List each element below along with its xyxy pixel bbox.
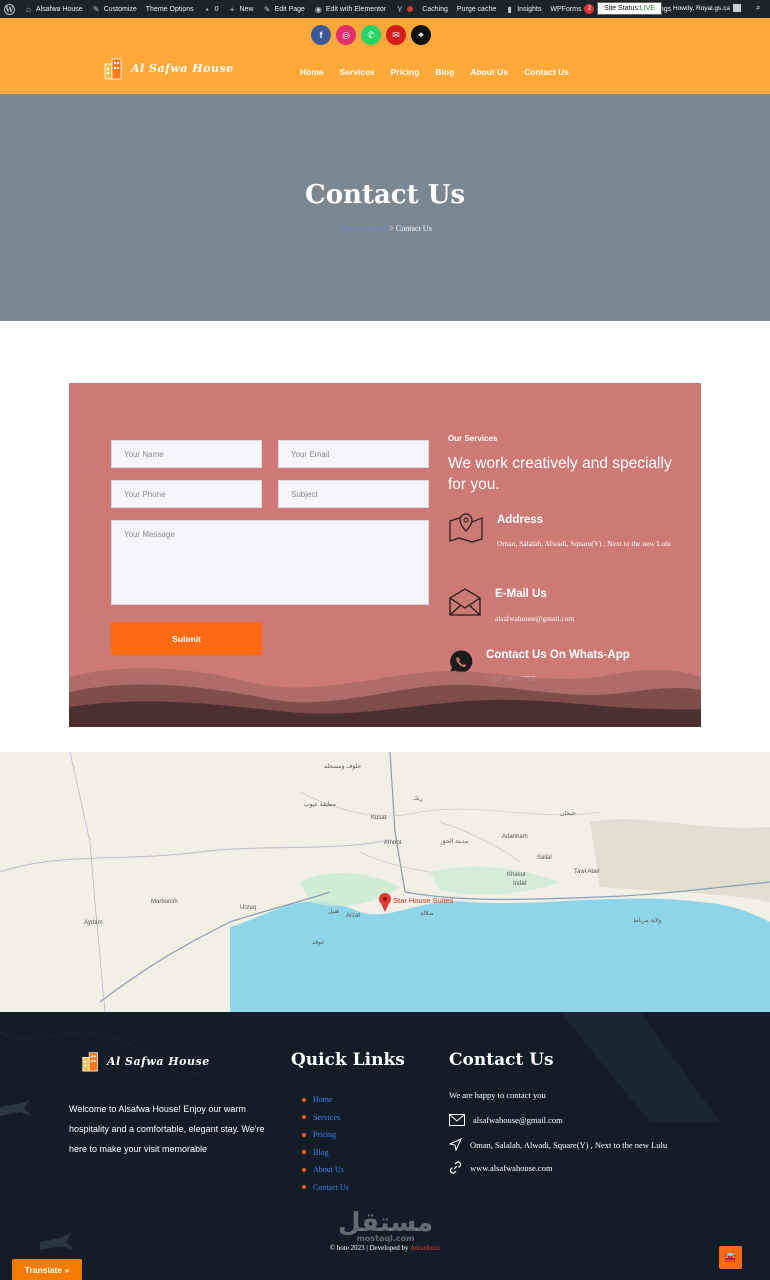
location-icon[interactable]: ⌖	[411, 25, 431, 45]
envelope-icon	[449, 1114, 465, 1126]
quick-links-list: Home Services Pricing Blog About Us Contact U…	[302, 1091, 349, 1196]
customize-link[interactable]: ✎ Customize	[92, 5, 137, 14]
car-icon: 🚘	[724, 1252, 737, 1263]
name-input[interactable]: Your Name	[111, 440, 262, 468]
site-header: f ◎ ✆ ✉ ⌖ Al Safwa House Home Services Pricing…	[0, 18, 770, 94]
theme-options-link[interactable]: Theme Options	[146, 6, 194, 13]
footer-address: Oman, Salalah, Alwadi, Square(Y) , Next …	[449, 1138, 667, 1151]
new-content-link[interactable]: + New	[228, 5, 254, 14]
navigation-arrow-icon	[449, 1138, 462, 1151]
edit-elementor-link[interactable]: ◉ Edit with Elementor	[314, 5, 386, 14]
wordpress-menu[interactable]: W	[4, 3, 15, 15]
services-label: Our Services	[448, 434, 498, 443]
footer-logo[interactable]: Al Safwa House	[80, 1049, 210, 1073]
quick-link-about-us[interactable]: About Us	[302, 1161, 349, 1179]
site-name-link[interactable]: ⌂ Alsafwa House	[24, 5, 83, 14]
caching-link[interactable]: Caching	[422, 6, 448, 13]
instagram-icon[interactable]: ◎	[336, 25, 356, 45]
phone-input[interactable]: Your Phone	[111, 480, 262, 508]
footer-website[interactable]: www.alsafwahouse.com	[449, 1161, 553, 1174]
page-hero: Contact Us Alsafwa House > Contact Us	[0, 94, 770, 321]
purge-cache-link[interactable]: Purge cache	[457, 6, 496, 13]
email-text: alsafwahouse@gmail.com	[495, 614, 575, 623]
social-icons: f ◎ ✆ ✉ ⌖	[311, 25, 431, 45]
quick-link-blog[interactable]: Blog	[302, 1144, 349, 1162]
bar-chart-icon: ▮	[507, 4, 512, 14]
map-canvas	[0, 752, 770, 1012]
nav-link-about-us[interactable]: About Us	[470, 67, 508, 77]
contact-section: Your Name Your Email Your Phone Subject …	[69, 383, 701, 727]
quick-links-title: Quick Links	[291, 1050, 405, 1070]
developer-link[interactable]: Amanbuzz	[410, 1244, 440, 1252]
yoast-menu[interactable]: Y	[395, 4, 414, 14]
nav-link-blog[interactable]: Blog	[435, 67, 454, 77]
message-textarea[interactable]: Your Message	[111, 520, 429, 605]
avatar	[732, 4, 741, 12]
building-logo-icon	[104, 58, 122, 80]
mail-icon[interactable]: ✉	[386, 25, 406, 45]
main-nav: Home Services Pricing Blog About Us Contact U…	[300, 67, 569, 77]
address-text: Oman, Salalah, Alwadi, Square(Y) , Next …	[497, 539, 671, 548]
nav-link-pricing[interactable]: Pricing	[391, 67, 420, 77]
seo-status-dot	[407, 6, 414, 12]
subject-input[interactable]: Subject	[278, 480, 429, 508]
footer-contact-intro: We are happy to contact you	[449, 1090, 546, 1100]
footer-contact-title: Contact Us	[449, 1050, 554, 1070]
address-title: Address	[497, 514, 544, 526]
edit-page-link[interactable]: ✎ Edit Page	[263, 5, 305, 14]
quick-link-home[interactable]: Home	[302, 1091, 349, 1109]
wpforms-count-badge: 2	[584, 4, 595, 14]
breadcrumb-home-link[interactable]: Alsafwa House	[338, 224, 387, 233]
breadcrumb: Alsafwa House > Contact Us	[338, 224, 432, 233]
footer-about-text: Welcome to Alsafwa House! Enjoy our warm…	[69, 1104, 265, 1154]
map-pin-icon	[449, 513, 483, 543]
nav-link-contact-us[interactable]: Contact Us	[524, 67, 569, 77]
elementor-icon: ◉	[314, 4, 322, 14]
wpforms-link[interactable]: WPForms 2	[550, 4, 595, 14]
email-title: E-Mail Us	[495, 588, 547, 600]
watermark: مستقل mostaql.com	[338, 1208, 434, 1243]
envelope-icon	[449, 588, 481, 616]
quick-link-pricing[interactable]: Pricing	[302, 1126, 349, 1144]
booking-float-button[interactable]: 🚘	[719, 1246, 742, 1269]
submit-button[interactable]: Submit	[111, 622, 262, 655]
yoast-icon: Y	[397, 4, 403, 14]
comments-link[interactable]: ▪ 0	[203, 5, 219, 14]
brush-icon: ✎	[92, 4, 100, 14]
translate-button[interactable]: Translate »	[12, 1259, 82, 1280]
email-input[interactable]: Your Email	[278, 440, 429, 468]
airplane-icon	[0, 1100, 32, 1116]
pencil-icon: ✎	[263, 4, 271, 14]
logo-text: Al Safwa House	[131, 61, 234, 75]
site-footer: Al Safwa House Welcome to Alsafwa House!…	[0, 1012, 770, 1280]
site-status-badge[interactable]: Site Status:LIVE	[597, 2, 662, 15]
quick-link-services[interactable]: Services	[302, 1109, 349, 1127]
plus-icon: +	[229, 4, 235, 14]
services-tagline: We work creatively and specially for you…	[448, 455, 672, 493]
google-map[interactable]: Marboosh Urzuq Aydam Kusat Amnot Adanham…	[0, 752, 770, 1012]
quick-link-contact-us[interactable]: Contact Us	[302, 1179, 349, 1197]
account-menu[interactable]: Howdy, Royal.gs.ca	[673, 4, 741, 12]
decorative-waves	[69, 667, 701, 727]
insights-link[interactable]: ▮ Insights	[505, 4, 542, 14]
search-icon[interactable]: ⌕	[756, 3, 760, 13]
link-icon	[449, 1161, 462, 1174]
whatsapp-icon[interactable]: ✆	[361, 25, 381, 45]
facebook-icon[interactable]: f	[311, 25, 331, 45]
copyright-text: © hote 2023 | Developed by Amanbuzz	[329, 1244, 441, 1252]
map-marker-label[interactable]: Star House Suites	[393, 896, 453, 905]
site-logo[interactable]: Al Safwa House	[102, 56, 234, 80]
wordpress-icon: W	[4, 3, 15, 15]
nav-link-home[interactable]: Home	[300, 67, 324, 77]
comment-icon: ▪	[205, 4, 209, 14]
building-logo-icon	[82, 1052, 98, 1072]
breadcrumb-current: Contact Us	[395, 224, 432, 233]
nav-link-services[interactable]: Services	[340, 67, 375, 77]
page-title: Contact Us	[305, 180, 465, 210]
home-icon: ⌂	[26, 4, 31, 14]
footer-logo-text: Al Safwa House	[107, 1054, 210, 1068]
footer-email[interactable]: alsafwahouse@gmail.com	[449, 1114, 563, 1126]
